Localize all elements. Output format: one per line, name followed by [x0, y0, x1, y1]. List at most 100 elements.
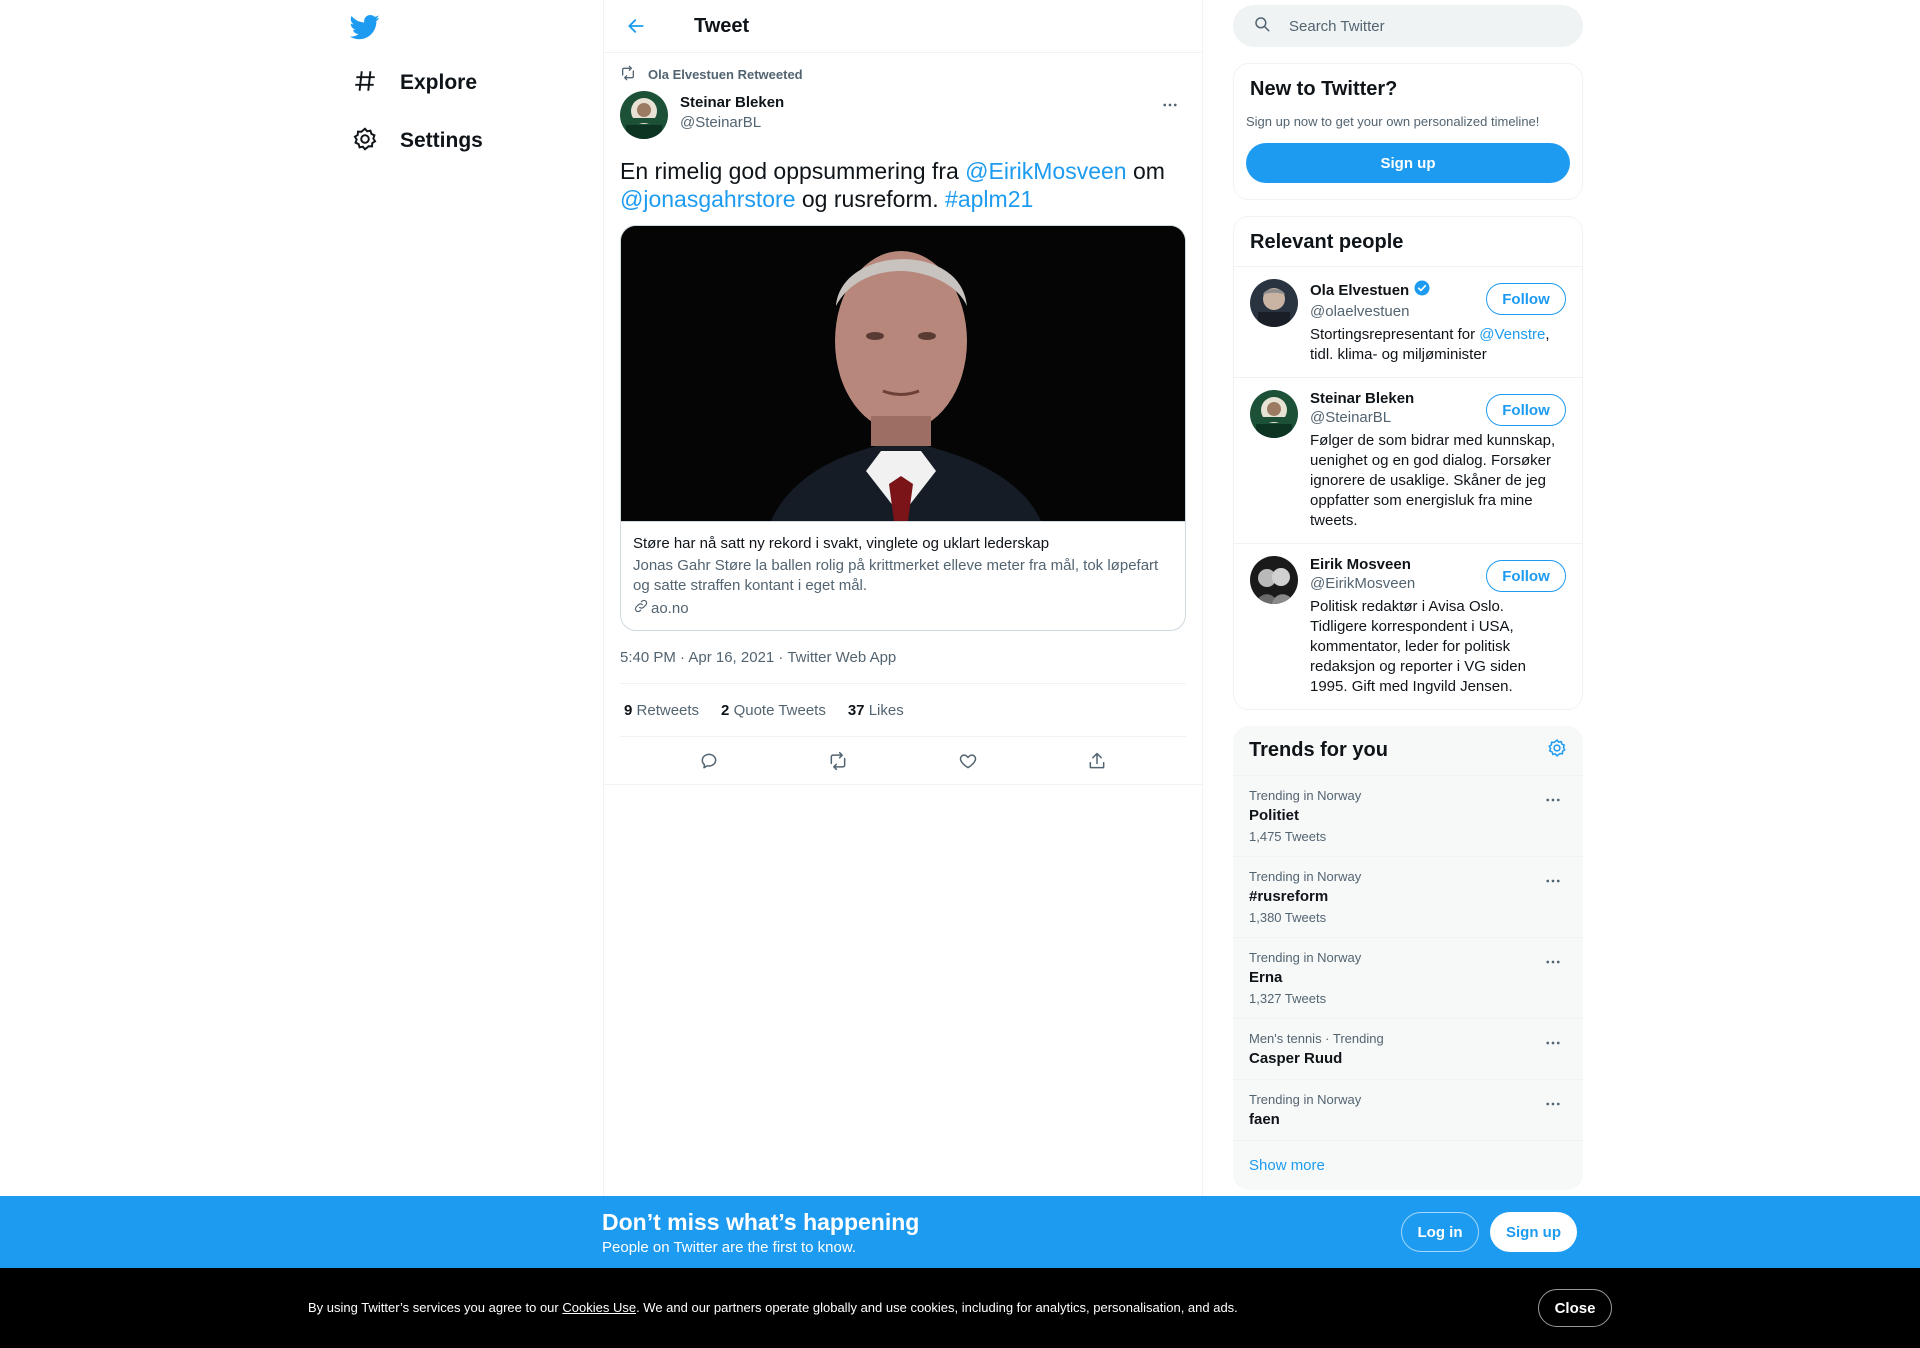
mention-link[interactable]: @EirikMosveen [965, 158, 1126, 184]
trends-title: Trends for you [1249, 739, 1388, 761]
author-handle[interactable]: @SteinarBL [680, 114, 784, 131]
main-header: Tweet [604, 0, 1202, 53]
tweet-text-part: om [1126, 158, 1165, 184]
retweets-stat[interactable]: 9 Retweets [624, 702, 699, 719]
card-image [621, 226, 1185, 521]
trends-header: Trends for you [1233, 726, 1583, 776]
retweets-label: Retweets [636, 701, 700, 719]
new-to-twitter-title: New to Twitter? [1250, 78, 1398, 100]
trend-item[interactable]: Trending in Norway Politiet 1,475 Tweets [1233, 776, 1583, 857]
relevant-people-panel: Relevant people Ola Elvestuen @olaelvest… [1233, 216, 1583, 710]
likes-label: Likes [868, 701, 904, 719]
person-item[interactable]: Steinar Bleken @SteinarBL Følger de som … [1234, 378, 1582, 544]
cookies-use-link[interactable]: Cookies Use [562, 1300, 636, 1315]
tweet-timestamp[interactable]: 5:40 PM · Apr 16, 2021 · Twitter Web App [620, 649, 1186, 684]
cookie-text-part: By using Twitter’s services you agree to… [308, 1300, 563, 1315]
likes-stat[interactable]: 37 Likes [848, 702, 904, 719]
more-options-icon[interactable] [1541, 1031, 1565, 1055]
card-domain: ao.no [633, 598, 1173, 618]
signup-button[interactable]: Sign up [1490, 1212, 1577, 1252]
hashtag-link[interactable]: #aplm21 [945, 186, 1033, 212]
card-description: Jonas Gahr Støre la ballen rolig på krit… [633, 557, 1159, 594]
follow-button[interactable]: Follow [1486, 283, 1566, 315]
hashtag-icon [352, 68, 378, 99]
back-arrow-icon[interactable] [622, 12, 650, 40]
reply-icon[interactable] [691, 743, 727, 779]
signup-banner: Don’t miss what’s happening People on Tw… [0, 1196, 1920, 1268]
twitter-bird-icon[interactable] [349, 12, 380, 42]
show-more-link[interactable]: Show more [1233, 1141, 1583, 1190]
person-item[interactable]: Ola Elvestuen @olaelvestuen Stortingsrep… [1234, 267, 1582, 378]
person-bio: Følger de som bidrar med kunnskap, uenig… [1310, 432, 1556, 529]
new-to-twitter-panel: New to Twitter? Sign up now to get your … [1233, 63, 1583, 200]
bio-mention-link[interactable]: @Venstre [1479, 326, 1545, 343]
trends-panel: Trends for you Trending in Norway Politi… [1233, 726, 1583, 1190]
more-options-icon[interactable] [1541, 1092, 1565, 1116]
search-icon [1253, 15, 1271, 38]
quotes-label: Quote Tweets [733, 701, 826, 719]
share-icon[interactable] [1079, 743, 1115, 779]
tweet-author-row: Steinar Bleken @SteinarBL [620, 91, 1186, 139]
person-name-text: Ola Elvestuen [1310, 281, 1410, 299]
link-card[interactable]: Støre har nå satt ny rekord i svakt, vin… [620, 225, 1186, 631]
more-options-icon[interactable] [1156, 91, 1184, 119]
trend-item[interactable]: Men's tennis · Trending Casper Ruud [1233, 1019, 1583, 1080]
more-options-icon[interactable] [1541, 788, 1565, 812]
nav-item-settings[interactable]: Settings [352, 121, 483, 161]
gear-icon [352, 126, 378, 157]
retweet-context[interactable]: Ola Elvestuen Retweeted [620, 63, 1186, 85]
trend-item[interactable]: Trending in Norway faen [1233, 1080, 1583, 1141]
close-button[interactable]: Close [1538, 1289, 1612, 1327]
author-names: Steinar Bleken @SteinarBL [680, 94, 784, 131]
person-item[interactable]: Eirik Mosveen @EirikMosveen Politisk red… [1234, 544, 1582, 709]
tweet-text-part: og rusreform. [795, 186, 946, 212]
trend-count: 1,475 Tweets [1249, 829, 1327, 844]
more-options-icon[interactable] [1541, 950, 1565, 974]
nav-item-explore[interactable]: Explore [352, 63, 477, 103]
more-options-icon[interactable] [1541, 869, 1565, 893]
avatar[interactable] [1250, 279, 1298, 327]
tweet-stats: 9 Retweets 2 Quote Tweets 37 Likes [620, 684, 1186, 737]
card-body: Støre har nå satt ny rekord i svakt, vin… [621, 521, 1185, 630]
banner-title: Don’t miss what’s happening [602, 1209, 920, 1235]
search-box[interactable] [1233, 5, 1583, 47]
likes-count: 37 [847, 701, 865, 719]
trend-item[interactable]: Trending in Norway #rusreform 1,380 Twee… [1233, 857, 1583, 938]
banner-subtitle: People on Twitter are the first to know. [602, 1239, 857, 1256]
trend-count: 1,327 Tweets [1249, 991, 1327, 1006]
retweets-count: 9 [624, 701, 633, 719]
like-icon[interactable] [950, 743, 986, 779]
login-button[interactable]: Log in [1401, 1212, 1479, 1252]
follow-button[interactable]: Follow [1486, 560, 1566, 592]
cookie-text: By using Twitter’s services you agree to… [308, 1300, 1238, 1315]
avatar[interactable] [1250, 390, 1298, 438]
tweet-actions [604, 737, 1202, 785]
trend-count: 1,380 Tweets [1249, 910, 1327, 925]
trend-name: Casper Ruud [1249, 1050, 1343, 1067]
mention-link[interactable]: @jonasgahrstore [620, 186, 796, 212]
trend-meta: Trending in Norway [1249, 950, 1362, 965]
trend-meta: Trending in Norway [1249, 1092, 1362, 1107]
tweet: Ola Elvestuen Retweeted Steinar Bleken @… [604, 63, 1202, 785]
cookie-text-part: . We and our partners operate globally a… [636, 1300, 1238, 1315]
quote-tweets-stat[interactable]: 2 Quote Tweets [721, 702, 826, 719]
link-icon [633, 598, 651, 618]
page-title: Tweet [694, 14, 750, 37]
trend-meta: Trending in Norway [1249, 869, 1362, 884]
card-domain-text: ao.no [651, 599, 689, 617]
gear-icon[interactable] [1547, 738, 1567, 763]
main-column: Tweet Ola Elvestuen Retweeted Steinar Bl… [603, 0, 1203, 1348]
avatar[interactable] [1250, 556, 1298, 604]
trend-name: faen [1249, 1111, 1280, 1128]
sidebar-signup-button[interactable]: Sign up [1246, 143, 1570, 183]
nav-item-label: Explore [400, 71, 478, 94]
follow-button[interactable]: Follow [1486, 394, 1566, 426]
avatar[interactable] [620, 91, 668, 139]
search-input[interactable] [1289, 17, 1549, 35]
retweet-icon[interactable] [820, 743, 856, 779]
author-name[interactable]: Steinar Bleken [680, 94, 784, 111]
trend-name: #rusreform [1249, 888, 1329, 905]
tweet-text-part: En rimelig god oppsummering fra [620, 158, 966, 184]
trend-item[interactable]: Trending in Norway Erna 1,327 Tweets [1233, 938, 1583, 1019]
trend-name: Politiet [1249, 807, 1300, 824]
